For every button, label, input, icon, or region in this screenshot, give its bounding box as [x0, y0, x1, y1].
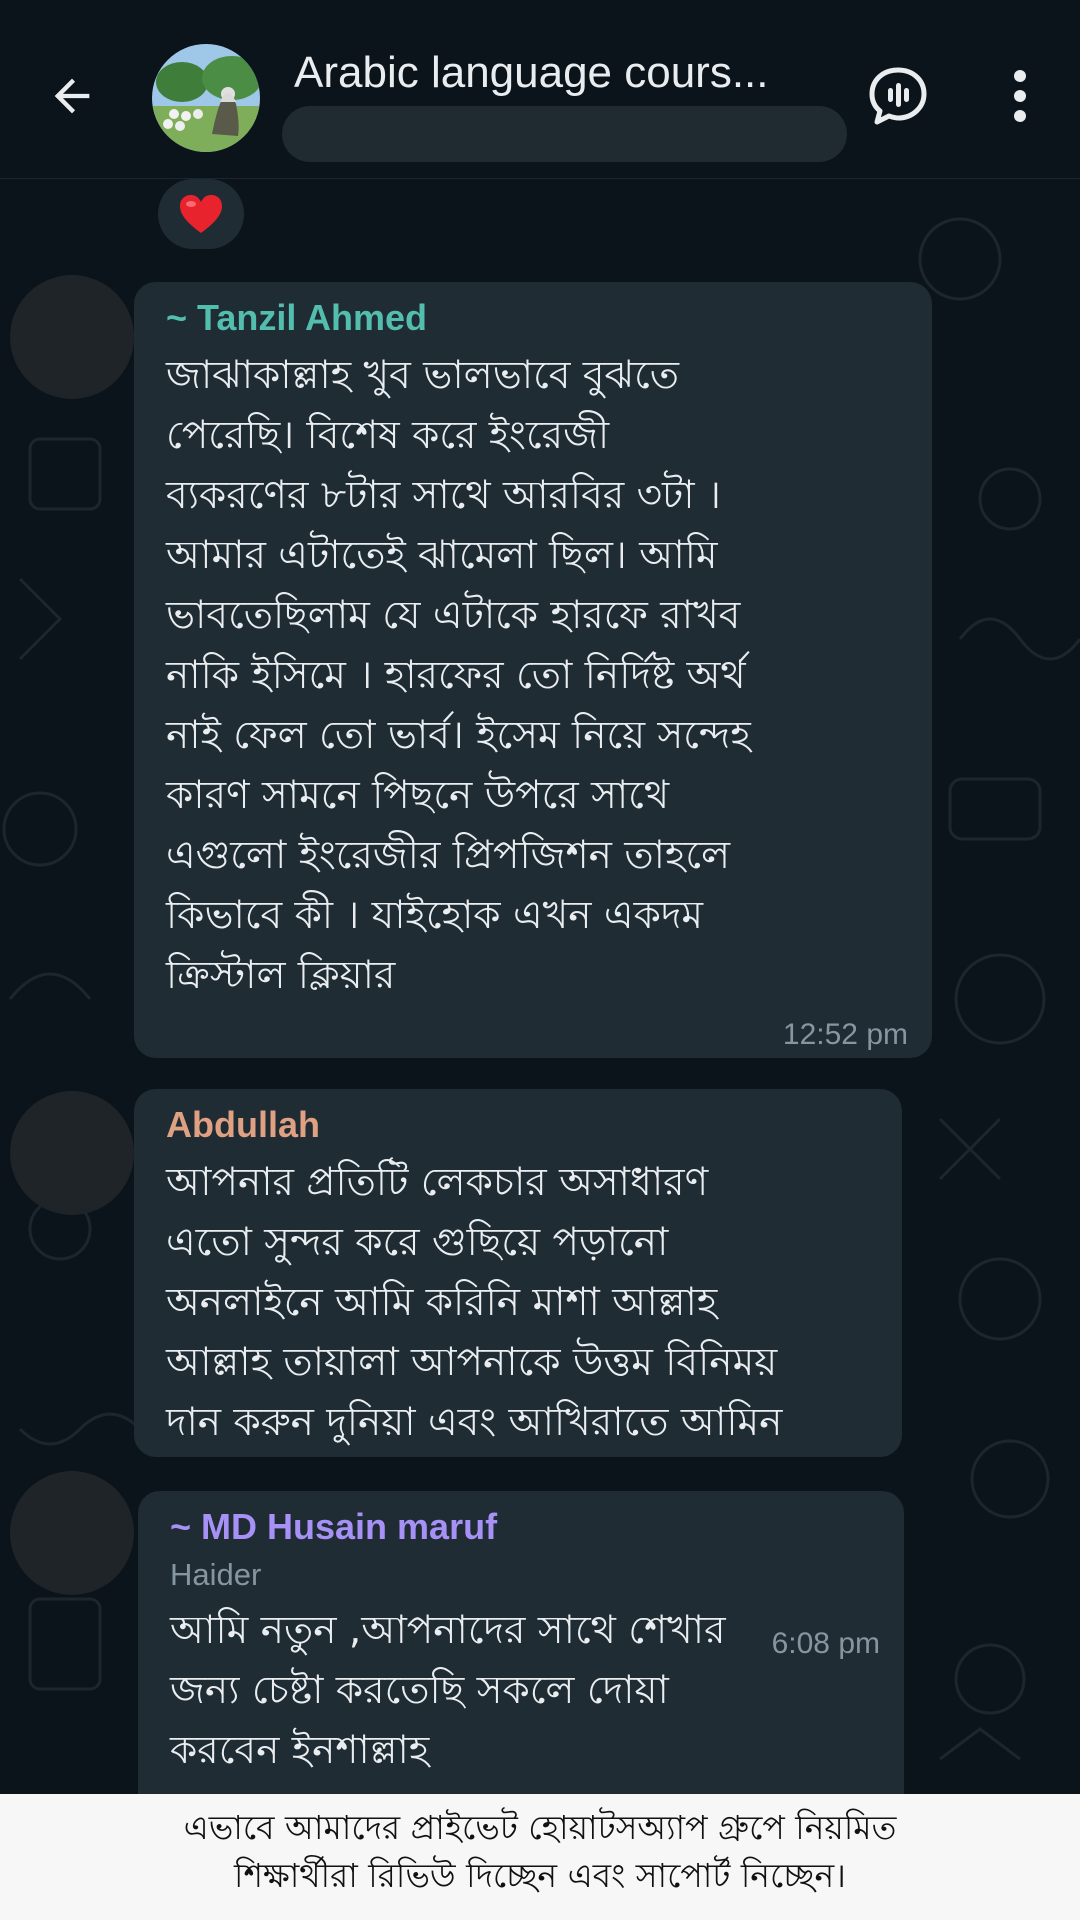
- chat-header: Arabic language cours...: [0, 0, 1080, 179]
- sender-name[interactable]: ~ MD Husain maruf: [170, 1505, 874, 1549]
- message-bubble[interactable]: Abdullah আপনার প্রতিটি লেকচার অসাধারণ এত…: [134, 1089, 902, 1457]
- voice-chat-button[interactable]: [864, 62, 932, 130]
- message-text: আমি নতুন ,আপনাদের সাথে শেখার জন্য চেষ্টা…: [170, 1608, 726, 1773]
- arrow-left-icon: [54, 78, 90, 114]
- more-vertical-icon: [1014, 70, 1026, 122]
- sender-avatar[interactable]: [10, 1091, 134, 1215]
- message-time: 12:52 pm: [782, 1018, 908, 1051]
- message-time: 6:08 pm: [771, 1627, 880, 1660]
- message-text: জাঝাকাল্লাহ খুব ভালভাবে বুঝতে পেরেছি। বি…: [166, 353, 751, 998]
- sender-name[interactable]: Abdullah: [166, 1103, 872, 1147]
- message-bubble[interactable]: ~ MD Husain maruf Haider আমি নতুন ,আপনাদ…: [138, 1491, 904, 1794]
- sender-pushname: Haider: [170, 1557, 262, 1592]
- caption-line-2: শিক্ষার্থীরা রিভিউ দিচ্ছেন এবং সাপোর্ট ন…: [234, 1856, 846, 1895]
- group-avatar[interactable]: [152, 44, 260, 152]
- sender-avatar[interactable]: [10, 275, 134, 399]
- voice-chat-icon: [869, 67, 927, 125]
- back-button[interactable]: [40, 64, 104, 128]
- message-list[interactable]: ~ Tanzil Ahmed জাঝাকাল্লাহ খুব ভালভাবে ব…: [0, 179, 1080, 1794]
- caption-line-1: এভাবে আমাদের প্রাইভেট হোয়াটসঅ্যাপ গ্রুপ…: [183, 1808, 897, 1847]
- sender-name[interactable]: ~ Tanzil Ahmed: [166, 296, 902, 340]
- promo-caption: এভাবে আমাদের প্রাইভেট হোয়াটসঅ্যাপ গ্রুপ…: [0, 1794, 1080, 1920]
- group-title[interactable]: Arabic language cours...: [294, 48, 834, 98]
- sender-avatar[interactable]: [10, 1471, 134, 1595]
- reaction-badge[interactable]: [158, 179, 244, 249]
- message-text: আপনার প্রতিটি লেকচার অসাধারণ এতো সুন্দর …: [166, 1160, 783, 1445]
- message-bubble[interactable]: ~ Tanzil Ahmed জাঝাকাল্লাহ খুব ভালভাবে ব…: [134, 282, 932, 1058]
- more-options-button[interactable]: [1000, 62, 1040, 130]
- group-subtitle-redacted: [282, 106, 847, 162]
- heart-icon: [180, 195, 222, 233]
